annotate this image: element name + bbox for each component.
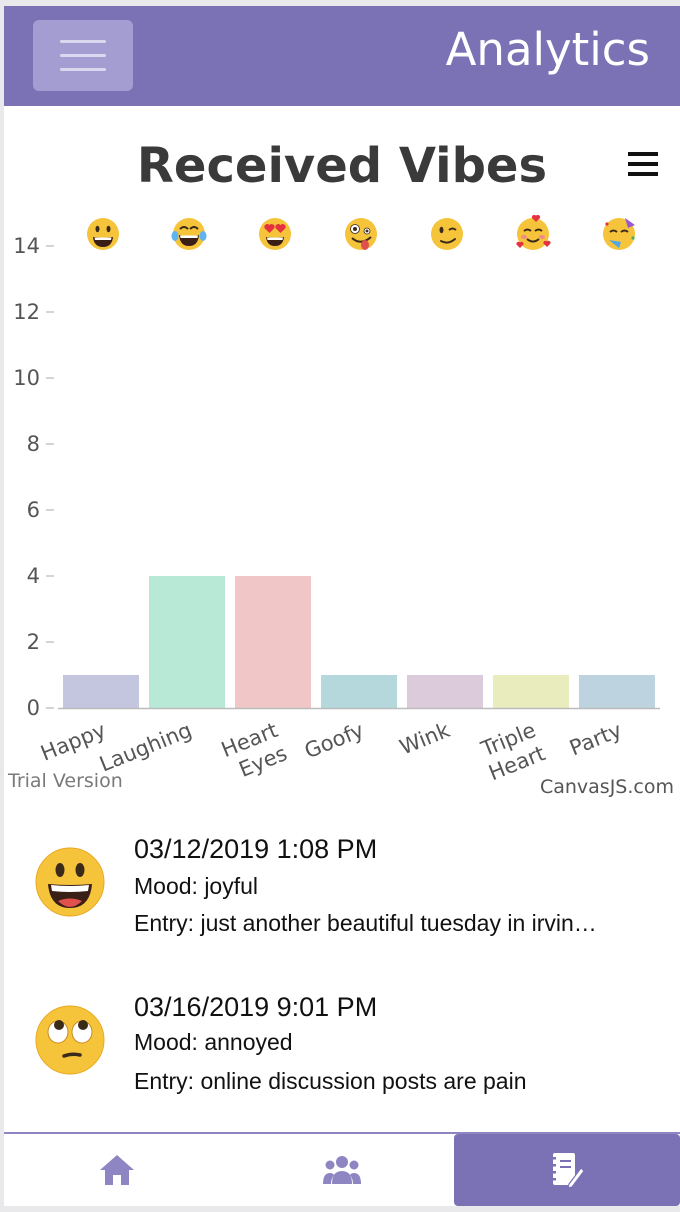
y-tick-label: 2: [27, 630, 40, 654]
grinning-face-icon: [35, 847, 105, 917]
svg-text:Wink: Wink: [396, 718, 454, 760]
y-tick-label: 14: [13, 234, 40, 258]
entry-mood: Mood: annoyed: [134, 1029, 293, 1055]
chart-credit-link[interactable]: CanvasJS.com: [540, 776, 674, 798]
bottom-nav: [4, 1132, 680, 1206]
y-tick-label: 8: [27, 432, 40, 456]
app-header: Analytics: [4, 6, 680, 106]
menu-button[interactable]: [33, 20, 133, 91]
winking-face-icon: [431, 218, 463, 250]
bar-wink[interactable]: [407, 675, 483, 708]
bar-triple-heart[interactable]: [493, 675, 569, 708]
y-tick-label: 0: [27, 696, 40, 720]
bar-heart-eyes[interactable]: [235, 576, 311, 708]
page-title: Analytics: [445, 23, 650, 76]
journal-icon: [551, 1153, 585, 1189]
nav-home[interactable]: [4, 1134, 229, 1206]
emoji-row: [87, 214, 635, 250]
x-tick-label: Party: [566, 718, 625, 760]
friends-icon: [322, 1156, 361, 1184]
x-tick-label: Wink: [396, 718, 454, 760]
x-tick-label: Laughing: [96, 718, 195, 777]
vibes-chart: Received Vibes 0 2 4 6 8 10 12 14 Happy Laughing…: [4, 106, 680, 806]
svg-text:Laughing: Laughing: [96, 718, 195, 777]
heart-eyes-icon: [259, 218, 291, 250]
list-item[interactable]: 03/12/2019 1:08 PM Mood: joyful Entry: j…: [4, 826, 680, 966]
bar-laughing[interactable]: [149, 576, 225, 708]
y-axis: 0 2 4 6 8 10 12 14: [13, 234, 54, 720]
bar-happy[interactable]: [63, 675, 139, 708]
nav-journal[interactable]: [454, 1134, 680, 1206]
svg-text:Party: Party: [566, 718, 625, 760]
chart-plot: 02468101214 HappyLaughing HeartEyes Goofy W…: [13, 214, 660, 786]
y-tick-label: 12: [13, 300, 40, 324]
entry-mood: Mood: joyful: [134, 873, 259, 899]
entry-text: Entry: online discussion posts are pain: [134, 1068, 527, 1094]
hamburger-icon: [60, 39, 106, 71]
trial-watermark: Trial Version: [8, 770, 123, 792]
x-tick-label: HeartEyes: [218, 718, 291, 782]
x-axis-labels: HappyLaughing HeartEyes Goofy Wink TripleHea…: [37, 718, 625, 786]
y-tick-label: 4: [27, 564, 40, 588]
y-tick-label: 10: [13, 366, 40, 390]
x-tick-label: Goofy: [301, 718, 367, 763]
app-screen: Analytics Received Vibes 0 2 4 6 8 10 12 14 Hap…: [4, 6, 680, 1206]
grinning-face-icon: [87, 218, 119, 250]
bars: [63, 576, 655, 708]
y-tick-label: 6: [27, 498, 40, 522]
svg-text:Goofy: Goofy: [301, 718, 367, 763]
entry-text: Entry: just another beautiful tuesday in…: [134, 910, 597, 936]
smiling-hearts-icon: [516, 214, 551, 250]
bar-goofy[interactable]: [321, 675, 397, 708]
rolling-eyes-icon: [35, 1005, 105, 1075]
list-item[interactable]: 03/16/2019 9:01 PM Mood: annoyed Entry: …: [4, 984, 680, 1124]
nav-friends[interactable]: [229, 1134, 454, 1206]
partying-face-icon: [603, 218, 635, 250]
bar-party[interactable]: [579, 675, 655, 708]
x-tick-label: TripleHeart: [477, 718, 548, 785]
entry-date: 03/12/2019 1:08 PM: [134, 834, 378, 864]
tears-of-joy-icon: [171, 218, 207, 250]
zany-face-icon: [345, 218, 377, 250]
entry-date: 03/16/2019 9:01 PM: [134, 992, 378, 1022]
home-icon: [99, 1155, 134, 1185]
